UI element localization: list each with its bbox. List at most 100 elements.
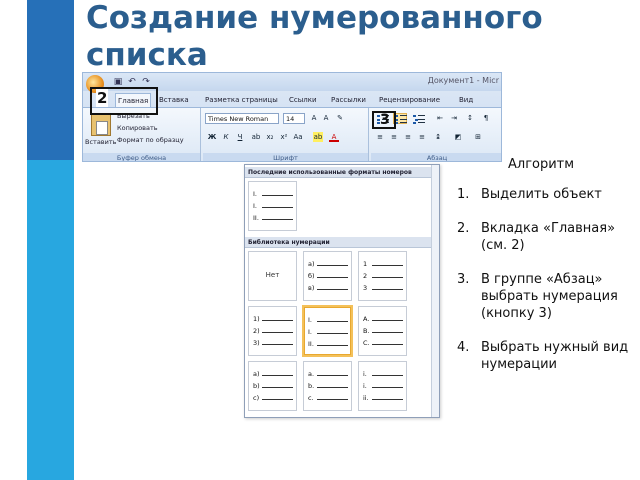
borders-icon[interactable]: ⊞	[473, 132, 483, 142]
tab-review[interactable]: Рецензирование	[377, 93, 442, 107]
tab-page-layout[interactable]: Разметка страницы	[203, 93, 280, 107]
document-title: Документ1 - Micr	[427, 76, 499, 85]
step-text: Выделить объект	[481, 187, 602, 202]
slide-title-line1: Создание нумерованного	[86, 0, 543, 36]
paragraph-group-label: Абзац	[371, 153, 501, 161]
align-center-icon[interactable]: ≡	[389, 132, 399, 142]
numbering-none-tile[interactable]: Нет	[248, 251, 297, 301]
algorithm-steps: 1. Выделить объект 2. Вкладка «Главная» …	[457, 186, 637, 390]
numbering-tile-latin-dot[interactable]: a. b. c.	[303, 361, 352, 411]
superscript-icon[interactable]: x²	[279, 132, 289, 142]
none-label: Нет	[265, 271, 280, 279]
numbering-tile-latin-upper[interactable]: A. B. C.	[358, 306, 407, 356]
undo-icon[interactable]: ↶	[127, 77, 137, 87]
save-icon[interactable]: ▣	[113, 77, 123, 87]
algorithm-step: 2. Вкладка «Главная» (см. 2)	[457, 220, 637, 254]
tile-marker: II.	[253, 214, 259, 222]
font-group: Times New Roman 14 A A ✎ Ж К Ч ab x₂ x² …	[203, 108, 369, 161]
decrease-indent-icon[interactable]: ⇤	[435, 113, 445, 123]
numbering-tile-digits[interactable]: 1 2 3	[358, 251, 407, 301]
tile-marker: i.	[363, 370, 367, 378]
step-text: В группе «Абзац» выбрать нумерация (кноп…	[481, 272, 618, 321]
tile-marker: b)	[253, 382, 260, 390]
numbering-tile-latin-paren[interactable]: a) b) c)	[248, 361, 297, 411]
sort-icon[interactable]: ↕	[465, 113, 475, 123]
tile-marker: a)	[253, 370, 260, 378]
tile-marker: 1	[363, 260, 368, 268]
tile-marker: ii.	[363, 394, 369, 402]
clear-format-icon[interactable]: ✎	[335, 113, 345, 123]
tile-marker: II.	[308, 340, 314, 348]
italic-icon[interactable]: К	[221, 132, 231, 142]
left-stripe-light	[27, 160, 74, 480]
recent-format-tile[interactable]: I. I. II.	[248, 181, 297, 231]
tile-marker: I.	[253, 190, 257, 198]
numbering-library-header: Библиотека нумерации	[245, 237, 433, 248]
algorithm-step: 3. В группе «Абзац» выбрать нумерация (к…	[457, 271, 637, 322]
font-group-label: Шрифт	[203, 153, 368, 161]
increase-indent-icon[interactable]: ⇥	[449, 113, 459, 123]
bold-icon[interactable]: Ж	[207, 132, 217, 142]
step-number: 4.	[457, 340, 470, 355]
callout-numbering-button: 3	[372, 111, 396, 129]
callout-number-2: 2	[96, 89, 109, 107]
tile-marker: A.	[363, 315, 370, 323]
numbering-tile-cyrillic-paren[interactable]: а) б) в)	[303, 251, 352, 301]
word-ribbon: ▣ ↶ ↷ Документ1 - Micr Главная Вставка Р…	[82, 72, 502, 162]
line-spacing-icon[interactable]: ↨	[433, 132, 443, 142]
justify-icon[interactable]: ≡	[417, 132, 427, 142]
font-color-icon[interactable]: A	[329, 132, 339, 142]
font-name-combo[interactable]: Times New Roman	[205, 113, 279, 124]
tile-marker: c)	[253, 394, 260, 402]
slide-title-line2: списка	[86, 37, 208, 73]
step-text: Выбрать нужный вид нумерации	[481, 340, 629, 372]
copy-button[interactable]: Копировать	[117, 124, 158, 132]
recent-formats-header: Последние использованные форматы номеров	[245, 167, 433, 178]
slide-title: Создание нумерованного списка	[86, 0, 636, 74]
dropdown-scrollbar[interactable]	[431, 165, 439, 417]
tile-marker: 2)	[253, 327, 260, 335]
tile-marker: 3)	[253, 339, 260, 347]
change-case-icon[interactable]: Aa	[293, 132, 303, 142]
left-stripe-dark	[27, 0, 74, 160]
strikethrough-icon[interactable]: ab	[251, 132, 261, 142]
numbering-tile-digits-paren[interactable]: 1) 2) 3)	[248, 306, 297, 356]
paste-label[interactable]: Вставить	[85, 138, 116, 146]
shrink-font-icon[interactable]: A	[321, 113, 331, 123]
numbering-tile-roman-lower[interactable]: i. i. ii.	[358, 361, 407, 411]
align-left-icon[interactable]: ≡	[375, 132, 385, 142]
tile-marker: б)	[308, 272, 315, 280]
tile-marker: 2	[363, 272, 368, 280]
tab-view[interactable]: Вид	[457, 93, 475, 107]
tile-marker: 1)	[253, 315, 260, 323]
step-number: 1.	[457, 187, 470, 202]
tile-marker: а)	[308, 260, 315, 268]
font-size-combo[interactable]: 14	[283, 113, 305, 124]
redo-icon[interactable]: ↷	[141, 77, 151, 87]
multilevel-list-icon[interactable]	[411, 113, 425, 124]
numbering-tile-roman-selected[interactable]: I. I. II.	[302, 305, 353, 357]
tile-marker: i.	[363, 382, 367, 390]
tab-mailings[interactable]: Рассылки	[329, 93, 368, 107]
show-marks-icon[interactable]: ¶	[481, 113, 491, 123]
algorithm-step: 4. Выбрать нужный вид нумерации	[457, 339, 637, 373]
shading-icon[interactable]: ◩	[453, 132, 463, 142]
subscript-icon[interactable]: x₂	[265, 132, 275, 142]
numbering-dropdown: Последние использованные форматы номеров…	[244, 164, 440, 418]
tile-marker: c.	[308, 394, 314, 402]
format-painter-button[interactable]: Формат по образцу	[117, 136, 184, 144]
tile-marker: a.	[308, 370, 315, 378]
underline-icon[interactable]: Ч	[235, 132, 245, 142]
grow-font-icon[interactable]: A	[309, 113, 319, 123]
tile-marker: b.	[308, 382, 315, 390]
tab-insert[interactable]: Вставка	[157, 93, 191, 107]
paste-icon[interactable]	[91, 114, 111, 136]
callout-number-3: 3	[380, 112, 390, 128]
tab-references[interactable]: Ссылки	[287, 93, 319, 107]
tile-marker: I.	[308, 328, 312, 336]
step-number: 2.	[457, 221, 470, 236]
algorithm-step: 1. Выделить объект	[457, 186, 637, 203]
clipboard-group-label: Буфер обмена	[83, 153, 200, 161]
highlight-icon[interactable]: ab	[313, 132, 323, 142]
align-right-icon[interactable]: ≡	[403, 132, 413, 142]
